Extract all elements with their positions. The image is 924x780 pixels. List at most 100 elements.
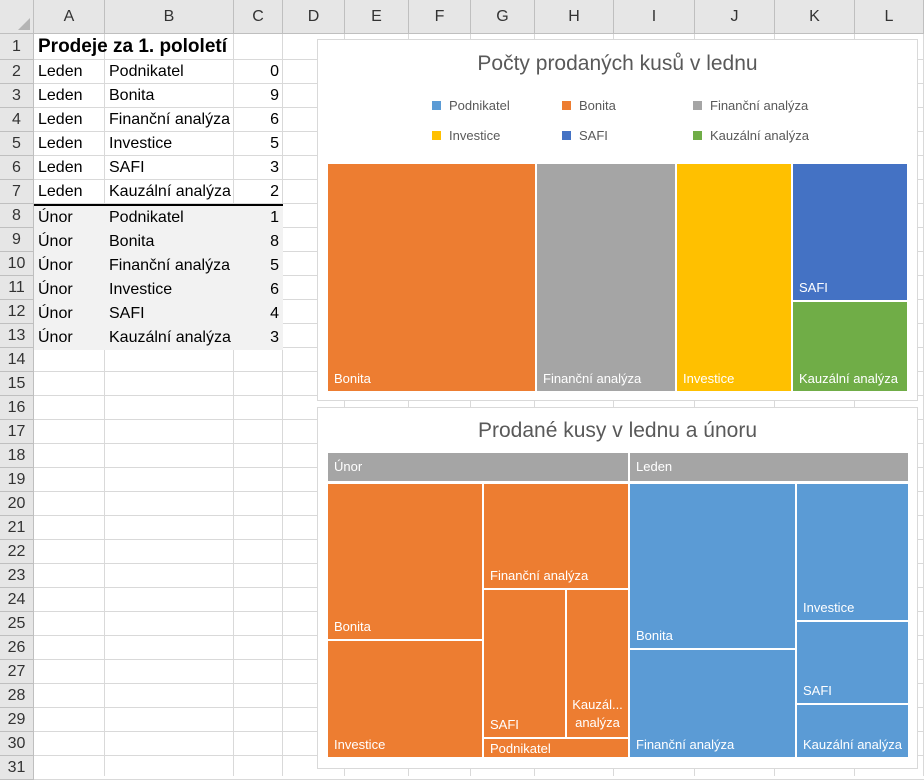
table-cell[interactable]: Kauzální analýza <box>105 326 234 350</box>
treemap-chart-jan-feb[interactable]: Prodané kusy v lednu a únoru Únor Leden Bo… <box>317 407 918 769</box>
treemap-tile[interactable]: Finanční analýza <box>484 484 628 588</box>
column-header-a[interactable]: A <box>34 0 105 34</box>
table-cell[interactable]: Leden <box>34 156 105 180</box>
row-header-5[interactable]: 5 <box>0 132 34 156</box>
row-header-6[interactable]: 6 <box>0 156 34 180</box>
row-header-31[interactable]: 31 <box>0 756 34 780</box>
table-cell[interactable]: SAFI <box>105 302 234 326</box>
table-cell[interactable]: 1 <box>234 206 283 230</box>
treemap-tile[interactable]: Bonita <box>328 164 535 391</box>
row-header-7[interactable]: 7 <box>0 180 34 204</box>
row-header-30[interactable]: 30 <box>0 732 34 756</box>
row-header-12[interactable]: 12 <box>0 300 34 324</box>
row-header-18[interactable]: 18 <box>0 444 34 468</box>
table-cell[interactable]: 4 <box>234 302 283 326</box>
row-header-9[interactable]: 9 <box>0 228 34 252</box>
table-cell[interactable]: Leden <box>34 60 105 84</box>
treemap-tile[interactable]: Kauzál... analýza <box>567 590 628 737</box>
row-header-25[interactable]: 25 <box>0 612 34 636</box>
legend-item[interactable]: SAFI <box>562 128 608 144</box>
row-header-13[interactable]: 13 <box>0 324 34 348</box>
table-cell[interactable]: Únor <box>34 206 105 230</box>
row-header-23[interactable]: 23 <box>0 564 34 588</box>
row-header-19[interactable]: 19 <box>0 468 34 492</box>
table-cell[interactable]: Podnikatel <box>105 60 234 84</box>
row-header-22[interactable]: 22 <box>0 540 34 564</box>
table-cell[interactable]: Leden <box>34 180 105 204</box>
row-header-8[interactable]: 8 <box>0 204 34 228</box>
row-header-20[interactable]: 20 <box>0 492 34 516</box>
column-header-d[interactable]: D <box>283 0 345 34</box>
row-header-24[interactable]: 24 <box>0 588 34 612</box>
treemap-tile[interactable]: Finanční analýza <box>630 650 795 757</box>
row-header-21[interactable]: 21 <box>0 516 34 540</box>
table-cell[interactable]: 3 <box>234 326 283 350</box>
row-header-14[interactable]: 14 <box>0 348 34 372</box>
cell-a1-title[interactable]: Prodeje za 1. pololetí <box>34 34 294 60</box>
column-header-b[interactable]: B <box>105 0 234 34</box>
row-header-27[interactable]: 27 <box>0 660 34 684</box>
row-header-29[interactable]: 29 <box>0 708 34 732</box>
row-header-26[interactable]: 26 <box>0 636 34 660</box>
table-cell[interactable]: Únor <box>34 302 105 326</box>
row-header-10[interactable]: 10 <box>0 252 34 276</box>
treemap-tile[interactable]: SAFI <box>797 622 908 703</box>
column-header-h[interactable]: H <box>535 0 614 34</box>
table-cell[interactable]: Podnikatel <box>105 206 234 230</box>
table-cell[interactable]: Únor <box>34 278 105 302</box>
table-cell[interactable]: Únor <box>34 326 105 350</box>
treemap-tile[interactable]: Kauzální analýza <box>797 705 908 757</box>
table-cell[interactable]: 0 <box>234 60 283 84</box>
row-header-17[interactable]: 17 <box>0 420 34 444</box>
table-cell[interactable]: Finanční analýza <box>105 108 234 132</box>
treemap-tile[interactable]: Investice <box>797 484 908 620</box>
table-cell[interactable]: Bonita <box>105 230 234 254</box>
legend-item[interactable]: Kauzální analýza <box>693 128 809 144</box>
table-cell[interactable]: Investice <box>105 278 234 302</box>
row-header-11[interactable]: 11 <box>0 276 34 300</box>
table-cell[interactable]: 2 <box>234 180 283 204</box>
select-all-corner[interactable] <box>0 0 34 34</box>
group-header[interactable]: Leden <box>630 453 908 481</box>
row-header-15[interactable]: 15 <box>0 372 34 396</box>
table-cell[interactable]: 3 <box>234 156 283 180</box>
row-header-4[interactable]: 4 <box>0 108 34 132</box>
group-header[interactable]: Únor <box>328 453 628 481</box>
table-cell[interactable]: Leden <box>34 132 105 156</box>
row-header-28[interactable]: 28 <box>0 684 34 708</box>
legend-item[interactable]: Bonita <box>562 98 616 114</box>
treemap-tile[interactable]: SAFI <box>793 164 907 300</box>
table-cell[interactable]: 6 <box>234 108 283 132</box>
column-header-k[interactable]: K <box>775 0 855 34</box>
table-cell[interactable]: Leden <box>34 108 105 132</box>
treemap-tile[interactable]: Bonita <box>328 484 482 639</box>
column-header-i[interactable]: I <box>614 0 695 34</box>
row-header-2[interactable]: 2 <box>0 60 34 84</box>
treemap-tile[interactable]: Podnikatel <box>484 739 628 757</box>
table-cell[interactable]: Finanční analýza <box>105 254 234 278</box>
column-header-c[interactable]: C <box>234 0 283 34</box>
legend-item[interactable]: Investice <box>432 128 500 144</box>
table-cell[interactable]: Únor <box>34 230 105 254</box>
table-cell[interactable]: Kauzální analýza <box>105 180 234 204</box>
row-header-16[interactable]: 16 <box>0 396 34 420</box>
column-header-e[interactable]: E <box>345 0 409 34</box>
table-cell[interactable]: Únor <box>34 254 105 278</box>
column-header-f[interactable]: F <box>409 0 471 34</box>
table-cell[interactable]: 5 <box>234 254 283 278</box>
treemap-tile[interactable]: Kauzální analýza <box>793 302 907 391</box>
table-cell[interactable]: Investice <box>105 132 234 156</box>
table-cell[interactable]: Bonita <box>105 84 234 108</box>
table-cell[interactable]: 6 <box>234 278 283 302</box>
treemap-tile[interactable]: Investice <box>328 641 482 757</box>
column-header-g[interactable]: G <box>471 0 535 34</box>
row-header-1[interactable]: 1 <box>0 34 34 60</box>
treemap-tile[interactable]: Bonita <box>630 484 795 648</box>
treemap-tile[interactable]: Investice <box>677 164 791 391</box>
treemap-chart-january[interactable]: Počty prodaných kusů v lednu Podnikatel B… <box>317 39 918 401</box>
table-cell[interactable]: 5 <box>234 132 283 156</box>
column-header-l[interactable]: L <box>855 0 924 34</box>
table-cell[interactable]: Leden <box>34 84 105 108</box>
row-header-3[interactable]: 3 <box>0 84 34 108</box>
treemap-tile[interactable]: Finanční analýza <box>537 164 675 391</box>
